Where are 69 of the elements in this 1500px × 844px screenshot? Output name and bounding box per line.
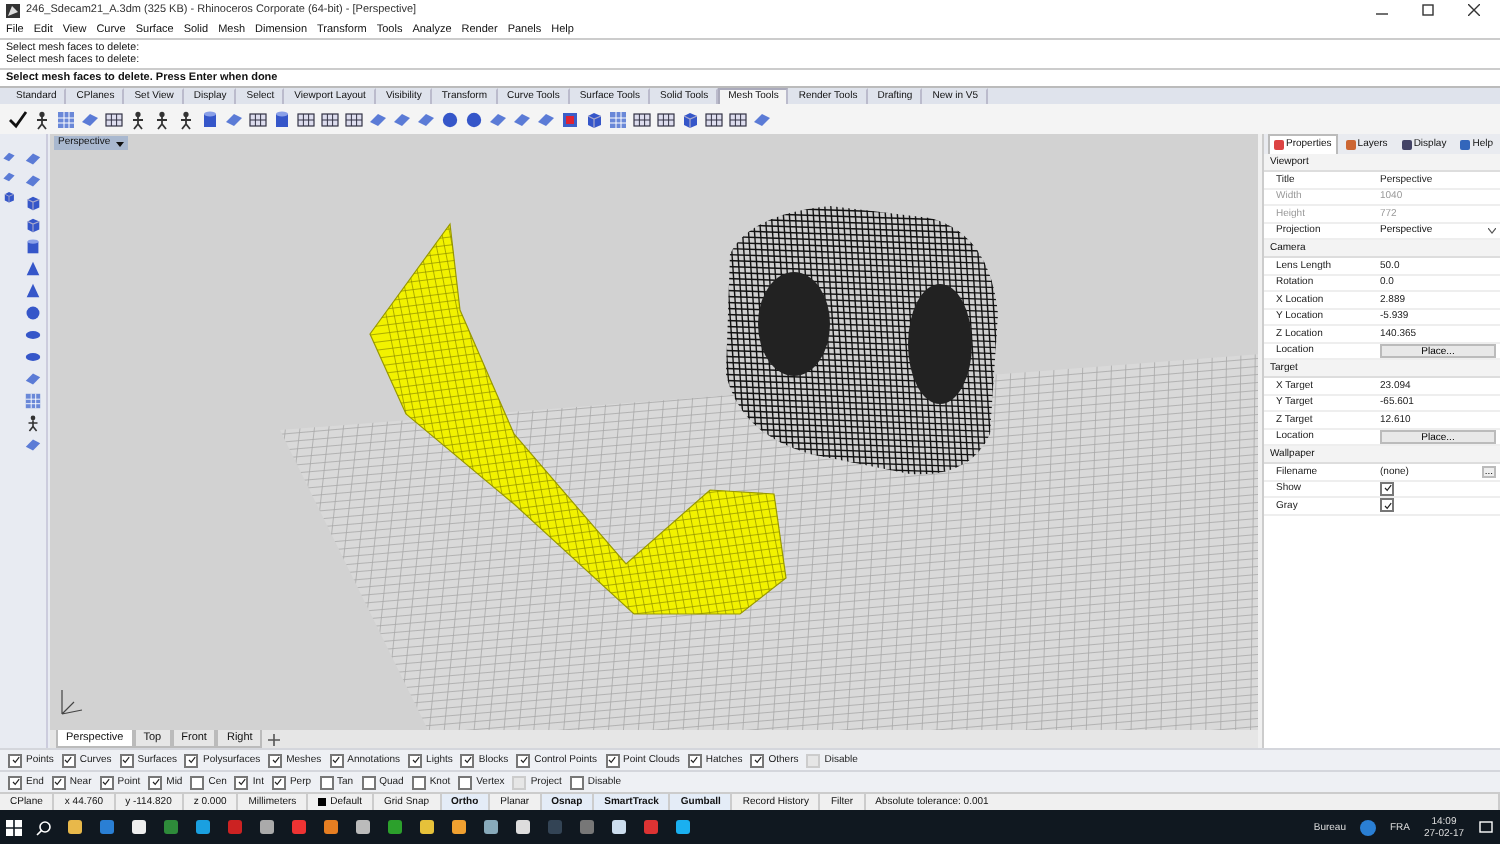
cylinder-icon[interactable]: [272, 109, 292, 129]
plane-icon[interactable]: [224, 109, 244, 129]
axis-icon: [61, 689, 83, 715]
notification-icon[interactable]: [1478, 819, 1494, 835]
caret-icon: [116, 139, 125, 147]
cylinder-icon[interactable]: [200, 109, 220, 129]
figure-icon[interactable]: [32, 109, 52, 129]
mesh-icon[interactable]: [104, 109, 124, 129]
checkbox[interactable]: [605, 753, 620, 767]
checkbox[interactable]: [1380, 498, 1394, 512]
shape-icon[interactable]: [752, 109, 772, 129]
shape-icon[interactable]: [80, 109, 100, 129]
checkbox[interactable]: [271, 775, 286, 789]
square-icon[interactable]: [560, 109, 580, 129]
box-icon[interactable]: [23, 194, 41, 212]
mesh-icon[interactable]: [344, 109, 364, 129]
figure-icon[interactable]: [152, 109, 172, 129]
mesh-icon[interactable]: [296, 109, 316, 129]
mesh-icon[interactable]: [248, 109, 268, 129]
windows-logo-icon[interactable]: [6, 819, 22, 835]
checkbox[interactable]: [460, 753, 475, 767]
shape-icon[interactable]: [23, 370, 41, 388]
mesh-icon[interactable]: [728, 109, 748, 129]
tab-icon: [1460, 139, 1471, 149]
checkbox[interactable]: [750, 753, 765, 767]
checkbox[interactable]: [458, 775, 473, 789]
figure-icon[interactable]: [176, 109, 196, 129]
checkbox[interactable]: [687, 753, 702, 767]
app-icon: [6, 3, 20, 17]
checkbox[interactable]: [408, 753, 423, 767]
tab-icon: [1274, 139, 1284, 149]
search-icon[interactable]: [36, 819, 52, 835]
tab-icon: [1345, 139, 1356, 149]
checkbox[interactable]: [99, 775, 114, 789]
checkbox[interactable]: [61, 753, 76, 767]
close-icon[interactable]: [1468, 4, 1480, 16]
figure-icon[interactable]: [23, 414, 41, 432]
checkbox[interactable]: [190, 775, 205, 789]
checkbox[interactable]: [184, 753, 199, 767]
cube-icon[interactable]: [23, 216, 41, 234]
mesh-icon[interactable]: [656, 109, 676, 129]
checkbox[interactable]: [569, 775, 584, 789]
checkbox[interactable]: [119, 753, 134, 767]
checkbox[interactable]: [361, 775, 376, 789]
mesh-icon[interactable]: [704, 109, 724, 129]
checkbox[interactable]: [234, 775, 249, 789]
check-icon[interactable]: [8, 109, 28, 129]
checkbox[interactable]: [148, 775, 163, 789]
checkbox[interactable]: [8, 775, 22, 789]
checkbox[interactable]: [319, 775, 334, 789]
checkbox[interactable]: [268, 753, 283, 767]
maximize-icon[interactable]: [1422, 4, 1434, 16]
mesh-icon[interactable]: [632, 109, 652, 129]
cube-icon[interactable]: [680, 109, 700, 129]
box-icon[interactable]: [2, 190, 16, 204]
cube-icon[interactable]: [584, 109, 604, 129]
sphere-icon[interactable]: [23, 304, 41, 322]
mesh-icon[interactable]: [320, 109, 340, 129]
checkbox[interactable]: [51, 775, 66, 789]
ellipsoid-icon[interactable]: [23, 326, 41, 344]
caret-icon: [1488, 227, 1496, 234]
tab-icon: [1401, 139, 1412, 149]
cylinder-icon[interactable]: [23, 238, 41, 256]
add-icon[interactable]: [268, 733, 281, 745]
checkbox[interactable]: [411, 775, 426, 789]
checkbox[interactable]: [516, 753, 531, 767]
checkbox[interactable]: [8, 753, 22, 767]
checkbox[interactable]: [329, 753, 344, 767]
figure-icon[interactable]: [128, 109, 148, 129]
